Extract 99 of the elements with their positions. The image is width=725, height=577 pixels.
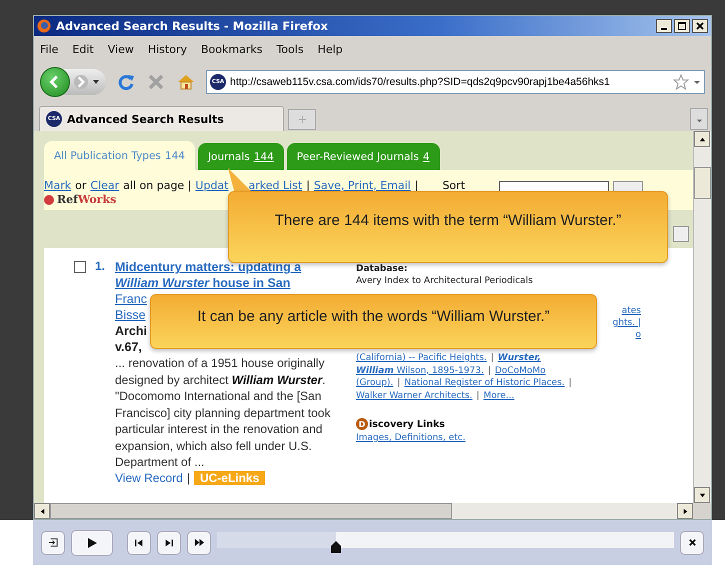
sort-label: Sort <box>442 178 466 192</box>
result-title-link[interactable]: William Wurster house in San <box>115 275 290 291</box>
menu-item[interactable]: Help <box>318 42 343 56</box>
caret-icon[interactable] <box>693 78 701 86</box>
separator: | <box>397 377 400 390</box>
filter-tab[interactable]: All Publication Types 144 <box>44 141 195 170</box>
fast-forward-button[interactable] <box>187 530 211 554</box>
refworks-logo-icon <box>44 194 54 204</box>
separator: | <box>476 390 480 402</box>
refworks-link[interactable]: RefWorks <box>57 193 116 206</box>
discovery-heading: iscovery Links <box>369 418 445 430</box>
result-checkbox[interactable] <box>74 261 86 273</box>
fast-forward-icon <box>194 537 204 548</box>
previous-button[interactable] <box>127 530 151 554</box>
exit-icon <box>48 537 58 548</box>
result-snippet: ... renovation of a 1951 house originally designed by architect William Wurster. "Docomomo International and the [San Francisco] city planning department took particular interest in the renovation and expansion, which also fell under U.S. Department of ... <box>115 355 332 470</box>
separator: | <box>490 352 494 364</box>
update-link[interactable]: Updat <box>195 178 228 192</box>
discovery-link[interactable]: Images, Definitions, etc. <box>356 433 466 443</box>
close-icon <box>695 21 705 31</box>
scroll-thumb[interactable] <box>694 167 711 199</box>
url-text: http://csaweb115v.csa.com/ids70/results.php?SID=qds2q9pcv90rapj1be4a56hks1 <box>230 76 611 88</box>
down-arrow-icon <box>698 492 706 498</box>
clear-link[interactable]: Clear <box>90 178 120 192</box>
right-arrow-icon <box>682 508 688 514</box>
mark-link[interactable]: Mark <box>44 178 72 192</box>
result-title-link[interactable]: Franc <box>115 291 147 307</box>
up-arrow-icon <box>698 136 706 142</box>
separator: | <box>186 470 190 484</box>
subject-link[interactable]: (Group). <box>356 377 394 390</box>
separator: | <box>306 178 310 192</box>
caret-icon <box>696 116 702 124</box>
progress-handle[interactable] <box>330 540 341 552</box>
save-link[interactable]: Save, Print, Email <box>314 178 411 192</box>
minimize-icon <box>661 28 667 30</box>
progress-track[interactable] <box>217 532 674 548</box>
star-icon[interactable] <box>673 74 689 90</box>
toolbar-text: all on page | <box>123 178 192 192</box>
hint-tooltip: It can be any article with the words “William Wurster.” <box>150 294 597 349</box>
horizontal-scrollbar[interactable] <box>34 503 693 519</box>
source-text: v.67, <box>115 339 142 355</box>
maximize-icon <box>677 21 687 31</box>
next-button[interactable] <box>157 530 181 554</box>
menu-item[interactable]: Tools <box>276 42 304 56</box>
result-title-link[interactable]: Bisse <box>115 307 146 323</box>
caret-icon[interactable] <box>92 78 100 86</box>
reload-icon[interactable] <box>116 72 136 92</box>
exit-button[interactable] <box>41 530 65 554</box>
separator: | <box>488 364 491 377</box>
globe-icon <box>37 19 51 33</box>
menu-item[interactable]: View <box>108 42 134 56</box>
result-number: 1. <box>94 259 106 273</box>
database-label: Database: <box>356 264 408 274</box>
play-icon <box>86 536 98 548</box>
window-title: Advanced Search Results - Mozilla Firefox <box>56 19 329 33</box>
subject-link[interactable]: (California) -- Pacific Heights. <box>356 352 487 364</box>
menu-item[interactable]: Bookmarks <box>200 42 262 56</box>
filter-tab[interactable]: Journals 144 <box>198 143 284 170</box>
scroll-thumb[interactable] <box>50 503 452 519</box>
close-icon <box>688 538 696 547</box>
subject-link[interactable]: National Register of Historic Places. <box>404 377 565 390</box>
subject-link[interactable]: More... <box>483 390 514 402</box>
scroll-right-button[interactable] <box>677 503 693 519</box>
separator: | <box>568 377 572 390</box>
skip-back-icon <box>134 538 144 548</box>
play-button[interactable] <box>71 530 113 556</box>
skip-forward-icon <box>164 538 174 548</box>
hint-tooltip: There are 144 items with the term “William Wurster.” <box>228 191 668 263</box>
subject-link[interactable]: DoCoMoMo <box>494 364 546 377</box>
toolbar-text: or <box>75 178 86 192</box>
filter-tab[interactable]: Peer-Reviewed Journals 4 <box>286 143 440 170</box>
close-button[interactable] <box>692 19 708 33</box>
separator: | <box>414 178 418 192</box>
scroll-down-button[interactable] <box>694 487 710 503</box>
scroll-left-button[interactable] <box>34 503 50 519</box>
home-icon[interactable] <box>176 72 196 92</box>
subject-link[interactable]: Wurster, <box>498 352 541 364</box>
menu-item[interactable]: History <box>148 42 187 56</box>
subject-link[interactable]: ates <box>622 306 641 316</box>
subject-link[interactable]: William Wilson, 1895-1973. <box>356 364 484 377</box>
maximize-button[interactable] <box>674 19 690 33</box>
database-name: Avery Index to Architectural Periodicals <box>356 276 533 286</box>
view-record-link[interactable]: View Record <box>115 470 183 484</box>
minimize-button[interactable] <box>656 19 672 33</box>
menu-item[interactable]: Edit <box>72 42 94 56</box>
vertical-scrollbar[interactable] <box>693 131 711 503</box>
scroll-up-button[interactable] <box>694 131 710 147</box>
update-link[interactable]: arked List <box>248 178 302 192</box>
plus-icon <box>298 115 306 124</box>
source-text: Archi <box>115 323 147 339</box>
close-button[interactable] <box>680 530 704 554</box>
menu-item[interactable]: File <box>40 42 58 56</box>
discovery-logo: D <box>356 418 368 430</box>
back-button[interactable] <box>40 67 70 97</box>
subject-link[interactable]: Walker Warner Architects. <box>356 390 472 402</box>
left-arrow-icon <box>38 508 46 514</box>
tab-label: Advanced Search Results <box>67 112 224 126</box>
subject-link[interactable]: ghts. | <box>612 318 641 328</box>
subject-link[interactable]: o <box>635 330 641 340</box>
